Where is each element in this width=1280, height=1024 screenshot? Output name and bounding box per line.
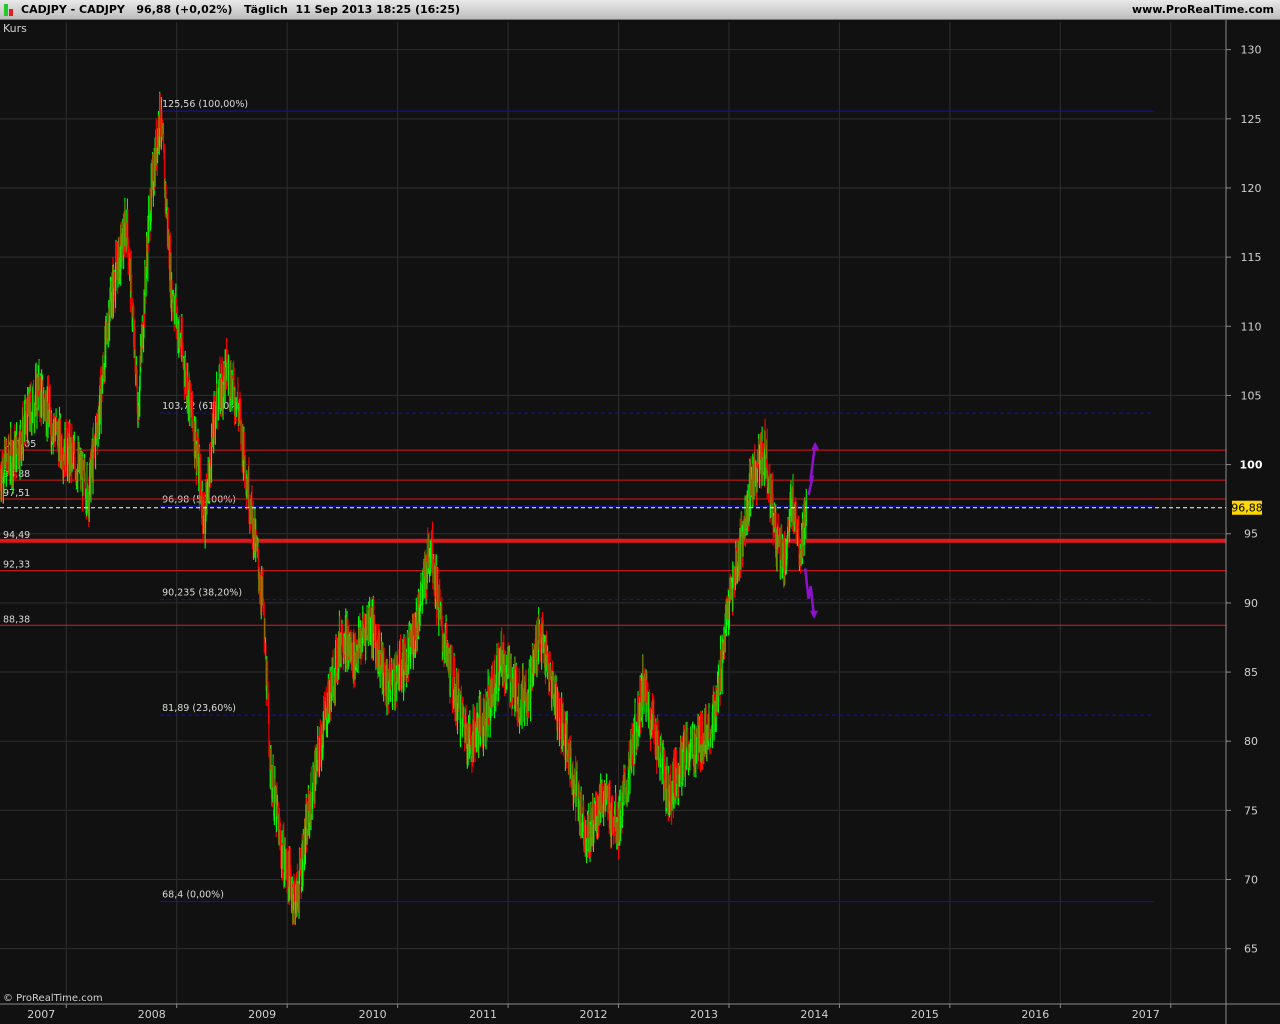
x-tick-label-2011: 2011 [469,1008,497,1021]
hline-label-4: 92,33 [3,560,30,571]
x-tick-label-2010: 2010 [359,1008,387,1021]
plot-background [0,20,1280,1024]
fib-label-4: 81,89 (23,60%) [162,703,236,714]
fib-label-5: 68,4 (0,00%) [162,890,224,901]
y-tick-label-85: 85 [1244,666,1258,679]
hline-label-5: 88,38 [3,614,30,625]
y-tick-label-120: 120 [1241,182,1262,195]
x-tick-label-2015: 2015 [911,1008,939,1021]
y-tick-label-90: 90 [1244,597,1258,610]
x-tick-label-2013: 2013 [690,1008,718,1021]
y-tick-label-130: 130 [1241,44,1262,57]
y-tick-label-80: 80 [1244,735,1258,748]
y-tick-label-110: 110 [1241,320,1262,333]
y-tick-label-70: 70 [1244,874,1258,887]
x-tick-label-2008: 2008 [138,1008,166,1021]
y-tick-label-115: 115 [1241,251,1262,264]
y-tick-label-65: 65 [1244,943,1258,956]
fib-label-3: 90,235 (38,20%) [162,588,242,599]
fib-label-0: 125,56 (100,00%) [162,99,248,110]
panel-label: Kurs [3,22,27,35]
y-tick-label-100: 100 [1240,459,1263,472]
x-tick-label-2007: 2007 [27,1008,55,1021]
y-tick-label-75: 75 [1244,804,1258,817]
y-tick-label-95: 95 [1244,528,1258,541]
hline-label-2: 97,51 [3,488,30,499]
hline-label-3: 94,49 [3,530,30,541]
last-price-value: 96,88 [1231,502,1263,515]
site-label: www.ProRealTime.com [1131,3,1274,16]
fib-label-2: 96,98 (50,00%) [162,494,236,505]
x-tick-label-2009: 2009 [248,1008,276,1021]
y-tick-label-105: 105 [1241,389,1262,402]
price-label: 96,88 (+0,02%) [136,3,233,16]
x-tick-label-2017: 2017 [1132,1008,1160,1021]
price-chart[interactable]: 125,56 (100,00%)103,72 (61,80%)96,98 (50… [0,20,1280,1024]
title-bar: CADJPY - CADJPY 96,88 (+0,02%) Täglich 1… [0,0,1280,20]
chart-icon [4,3,18,16]
copyright-label: © ProRealTime.com [3,993,103,1004]
x-tick-label-2012: 2012 [580,1008,608,1021]
y-tick-label-125: 125 [1241,113,1262,126]
x-tick-label-2016: 2016 [1021,1008,1049,1021]
symbol-label: CADJPY - CADJPY [21,3,125,16]
period-label: Täglich 11 Sep 2013 18:25 (16:25) [243,3,461,16]
title-left: CADJPY - CADJPY 96,88 (+0,02%) Täglich 1… [4,3,460,16]
x-tick-label-2014: 2014 [800,1008,828,1021]
